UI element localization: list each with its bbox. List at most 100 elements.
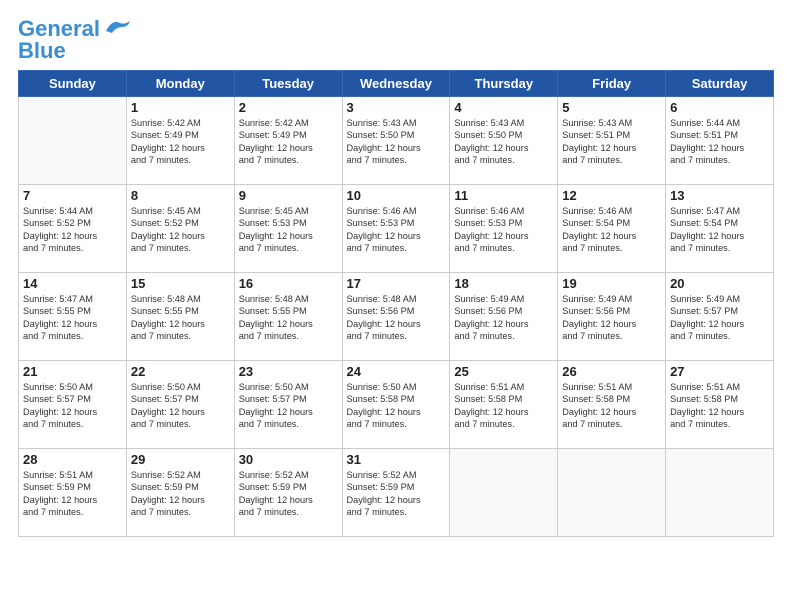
day-number: 15	[131, 276, 230, 291]
day-header-thursday: Thursday	[450, 71, 558, 97]
day-number: 5	[562, 100, 661, 115]
cal-cell: 4 Sunrise: 5:43 AMSunset: 5:50 PMDaylight…	[450, 97, 558, 185]
cell-info: Sunrise: 5:48 AMSunset: 5:55 PMDaylight:…	[239, 293, 338, 343]
week-row-5: 28Sunrise: 5:51 AMSunset: 5:59 PMDayligh…	[19, 449, 774, 537]
cell-info: Sunrise: 5:47 AMSunset: 5:54 PMDaylight:…	[670, 205, 769, 255]
cell-info: Sunrise: 5:42 AMSunset: 5:49 PMDaylight:…	[131, 117, 230, 167]
day-number: 8	[131, 188, 230, 203]
day-number: 14	[23, 276, 122, 291]
day-header-saturday: Saturday	[666, 71, 774, 97]
header-row: SundayMondayTuesdayWednesdayThursdayFrid…	[19, 71, 774, 97]
logo-bird-icon	[102, 17, 134, 37]
cell-info: Sunrise: 5:43 AMSunset: 5:50 PMDaylight:…	[454, 117, 553, 167]
logo-text: General	[18, 18, 100, 40]
cal-cell: 14 Sunrise: 5:47 AMSunset: 5:55 PMDayligh…	[19, 273, 127, 361]
cal-cell: 18 Sunrise: 5:49 AMSunset: 5:56 PMDayligh…	[450, 273, 558, 361]
cal-cell: 9Sunrise: 5:45 AMSunset: 5:53 PMDaylight…	[234, 185, 342, 273]
day-number: 26	[562, 364, 661, 379]
cal-cell: 15 Sunrise: 5:48 AMSunset: 5:55 PMDayligh…	[126, 273, 234, 361]
day-number: 2	[239, 100, 338, 115]
week-row-3: 14 Sunrise: 5:47 AMSunset: 5:55 PMDayligh…	[19, 273, 774, 361]
cal-cell: 24Sunrise: 5:50 AMSunset: 5:58 PMDayligh…	[342, 361, 450, 449]
cell-info: Sunrise: 5:43 AMSunset: 5:51 PMDaylight:…	[562, 117, 661, 167]
day-number: 20	[670, 276, 769, 291]
day-number: 31	[347, 452, 446, 467]
cell-info: Sunrise: 5:52 AMSunset: 5:59 PMDaylight:…	[347, 469, 446, 519]
cal-cell: 6 Sunrise: 5:44 AMSunset: 5:51 PMDaylight…	[666, 97, 774, 185]
cal-cell: 31 Sunrise: 5:52 AMSunset: 5:59 PMDayligh…	[342, 449, 450, 537]
cell-info: Sunrise: 5:43 AMSunset: 5:50 PMDaylight:…	[347, 117, 446, 167]
cell-info: Sunrise: 5:42 AMSunset: 5:49 PMDaylight:…	[239, 117, 338, 167]
cal-cell: 12 Sunrise: 5:46 AMSunset: 5:54 PMDayligh…	[558, 185, 666, 273]
cell-info: Sunrise: 5:52 AMSunset: 5:59 PMDaylight:…	[239, 469, 338, 519]
day-header-sunday: Sunday	[19, 71, 127, 97]
day-number: 17	[347, 276, 446, 291]
cal-cell: 27 Sunrise: 5:51 AMSunset: 5:58 PMDayligh…	[666, 361, 774, 449]
day-number: 23	[239, 364, 338, 379]
cal-cell: 22 Sunrise: 5:50 AMSunset: 5:57 PMDayligh…	[126, 361, 234, 449]
day-number: 4	[454, 100, 553, 115]
cal-cell: 8Sunrise: 5:45 AMSunset: 5:52 PMDaylight…	[126, 185, 234, 273]
cal-cell: 28Sunrise: 5:51 AMSunset: 5:59 PMDayligh…	[19, 449, 127, 537]
day-number: 22	[131, 364, 230, 379]
cell-info: Sunrise: 5:50 AMSunset: 5:57 PMDaylight:…	[239, 381, 338, 431]
cell-info: Sunrise: 5:45 AMSunset: 5:53 PMDaylight:…	[239, 205, 338, 255]
page: General Blue SundayMondayTuesdayWednesda…	[0, 0, 792, 612]
header: General Blue	[18, 18, 774, 62]
day-number: 18	[454, 276, 553, 291]
cell-info: Sunrise: 5:46 AMSunset: 5:54 PMDaylight:…	[562, 205, 661, 255]
cal-cell: 1Sunrise: 5:42 AMSunset: 5:49 PMDaylight…	[126, 97, 234, 185]
cell-info: Sunrise: 5:48 AMSunset: 5:55 PMDaylight:…	[131, 293, 230, 343]
cal-cell: 19 Sunrise: 5:49 AMSunset: 5:56 PMDayligh…	[558, 273, 666, 361]
cell-info: Sunrise: 5:50 AMSunset: 5:57 PMDaylight:…	[23, 381, 122, 431]
day-number: 11	[454, 188, 553, 203]
day-header-wednesday: Wednesday	[342, 71, 450, 97]
cell-info: Sunrise: 5:47 AMSunset: 5:55 PMDaylight:…	[23, 293, 122, 343]
cal-cell: 17 Sunrise: 5:48 AMSunset: 5:56 PMDayligh…	[342, 273, 450, 361]
cell-info: Sunrise: 5:51 AMSunset: 5:58 PMDaylight:…	[454, 381, 553, 431]
day-number: 13	[670, 188, 769, 203]
logo-blue-text: Blue	[18, 40, 66, 62]
cell-info: Sunrise: 5:51 AMSunset: 5:58 PMDaylight:…	[670, 381, 769, 431]
cal-cell	[450, 449, 558, 537]
week-row-2: 7 Sunrise: 5:44 AMSunset: 5:52 PMDaylight…	[19, 185, 774, 273]
day-number: 19	[562, 276, 661, 291]
day-number: 12	[562, 188, 661, 203]
cell-info: Sunrise: 5:44 AMSunset: 5:51 PMDaylight:…	[670, 117, 769, 167]
cell-info: Sunrise: 5:48 AMSunset: 5:56 PMDaylight:…	[347, 293, 446, 343]
day-number: 16	[239, 276, 338, 291]
day-number: 30	[239, 452, 338, 467]
cell-info: Sunrise: 5:50 AMSunset: 5:58 PMDaylight:…	[347, 381, 446, 431]
cell-info: Sunrise: 5:49 AMSunset: 5:57 PMDaylight:…	[670, 293, 769, 343]
day-number: 6	[670, 100, 769, 115]
cal-cell: 5 Sunrise: 5:43 AMSunset: 5:51 PMDaylight…	[558, 97, 666, 185]
cal-cell: 16 Sunrise: 5:48 AMSunset: 5:55 PMDayligh…	[234, 273, 342, 361]
day-number: 27	[670, 364, 769, 379]
day-header-friday: Friday	[558, 71, 666, 97]
cal-cell	[666, 449, 774, 537]
cal-cell: 10Sunrise: 5:46 AMSunset: 5:53 PMDayligh…	[342, 185, 450, 273]
day-number: 21	[23, 364, 122, 379]
cal-cell: 2 Sunrise: 5:42 AMSunset: 5:49 PMDaylight…	[234, 97, 342, 185]
cal-cell: 7 Sunrise: 5:44 AMSunset: 5:52 PMDaylight…	[19, 185, 127, 273]
day-number: 7	[23, 188, 122, 203]
cell-info: Sunrise: 5:50 AMSunset: 5:57 PMDaylight:…	[131, 381, 230, 431]
cal-cell: 23 Sunrise: 5:50 AMSunset: 5:57 PMDayligh…	[234, 361, 342, 449]
cal-cell: 26 Sunrise: 5:51 AMSunset: 5:58 PMDayligh…	[558, 361, 666, 449]
cal-cell: 3Sunrise: 5:43 AMSunset: 5:50 PMDaylight…	[342, 97, 450, 185]
cal-cell: 13 Sunrise: 5:47 AMSunset: 5:54 PMDayligh…	[666, 185, 774, 273]
cal-cell: 30 Sunrise: 5:52 AMSunset: 5:59 PMDayligh…	[234, 449, 342, 537]
cal-cell: 11 Sunrise: 5:46 AMSunset: 5:53 PMDayligh…	[450, 185, 558, 273]
cell-info: Sunrise: 5:44 AMSunset: 5:52 PMDaylight:…	[23, 205, 122, 255]
cell-info: Sunrise: 5:51 AMSunset: 5:59 PMDaylight:…	[23, 469, 122, 519]
cell-info: Sunrise: 5:49 AMSunset: 5:56 PMDaylight:…	[562, 293, 661, 343]
logo: General Blue	[18, 18, 134, 62]
day-header-monday: Monday	[126, 71, 234, 97]
cal-cell: 25Sunrise: 5:51 AMSunset: 5:58 PMDayligh…	[450, 361, 558, 449]
cell-info: Sunrise: 5:49 AMSunset: 5:56 PMDaylight:…	[454, 293, 553, 343]
cell-info: Sunrise: 5:51 AMSunset: 5:58 PMDaylight:…	[562, 381, 661, 431]
cal-cell	[558, 449, 666, 537]
calendar-table: SundayMondayTuesdayWednesdayThursdayFrid…	[18, 70, 774, 537]
cell-info: Sunrise: 5:46 AMSunset: 5:53 PMDaylight:…	[454, 205, 553, 255]
week-row-4: 21 Sunrise: 5:50 AMSunset: 5:57 PMDayligh…	[19, 361, 774, 449]
